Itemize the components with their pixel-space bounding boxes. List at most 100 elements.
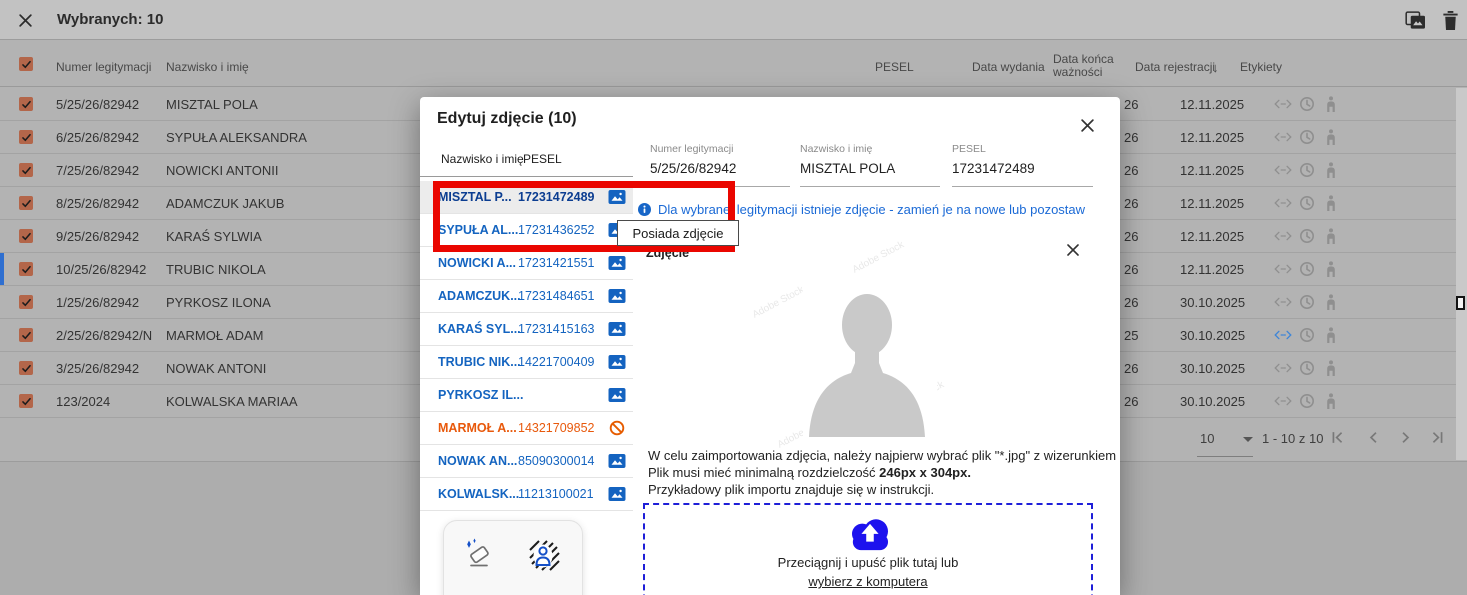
row-checkbox[interactable]	[19, 328, 33, 342]
has-photo-icon[interactable]	[608, 387, 626, 403]
person-icon[interactable]	[1322, 294, 1340, 310]
list-header-name: Nazwisko i imię	[441, 152, 524, 166]
row-label-icons	[1274, 96, 1340, 112]
link-icon[interactable]	[1274, 162, 1292, 178]
has-photo-icon[interactable]	[608, 486, 626, 502]
has-photo-icon[interactable]	[608, 255, 626, 271]
photo-close-icon[interactable]	[1066, 243, 1080, 257]
history-icon[interactable]	[1298, 129, 1316, 145]
person-icon[interactable]	[1322, 261, 1340, 277]
history-icon[interactable]	[1298, 360, 1316, 376]
background-removal-icon[interactable]	[526, 537, 560, 571]
row-checkbox[interactable]	[19, 394, 33, 408]
file-dropzone[interactable]: Przeciągnij i upuść plik tutaj lub wybie…	[643, 503, 1093, 595]
edit-photo-dialog: Edytuj zdjęcie (10) Nazwisko i imię PESE…	[420, 97, 1120, 595]
link-icon[interactable]	[1274, 129, 1292, 145]
header-card-number[interactable]: Numer legitymacji	[56, 60, 151, 74]
last-page-button[interactable]	[1430, 430, 1445, 445]
student-list-item[interactable]: KOLWALSK... 11213100021	[420, 478, 633, 511]
cell-expiry-fragment: 25	[1124, 328, 1138, 343]
next-page-button[interactable]	[1398, 430, 1413, 445]
history-icon[interactable]	[1298, 162, 1316, 178]
history-icon[interactable]	[1298, 195, 1316, 211]
choose-from-computer-link[interactable]: wybierz z komputera	[645, 574, 1091, 589]
link-icon[interactable]	[1274, 294, 1292, 310]
instruction-line-3: Przykładowy plik importu znajduje się w …	[648, 482, 934, 497]
edit-photos-icon[interactable]	[1405, 11, 1426, 30]
previous-page-button[interactable]	[1366, 430, 1381, 445]
row-checkbox[interactable]	[19, 229, 33, 243]
person-icon[interactable]	[1322, 96, 1340, 112]
link-icon[interactable]	[1274, 261, 1292, 277]
no-photo-icon[interactable]	[608, 420, 626, 436]
header-labels[interactable]: Etykiety	[1240, 60, 1282, 74]
header-pesel[interactable]: PESEL	[875, 60, 914, 74]
person-icon[interactable]	[1322, 195, 1340, 211]
name-field[interactable]: Nazwisko i imię MISZTAL POLA	[800, 143, 940, 187]
history-icon[interactable]	[1298, 96, 1316, 112]
history-icon[interactable]	[1298, 228, 1316, 244]
row-checkbox[interactable]	[19, 196, 33, 210]
header-expiry-date[interactable]: Data końcaważności	[1053, 53, 1114, 79]
person-icon[interactable]	[1322, 393, 1340, 409]
link-icon[interactable]	[1274, 360, 1292, 376]
sort-descending-icon[interactable]: ↓	[1212, 60, 1219, 75]
student-pesel: 17231421551	[518, 256, 594, 270]
student-list-item[interactable]: PYRKOSZ IL...	[420, 379, 633, 412]
history-icon[interactable]	[1298, 261, 1316, 277]
has-photo-icon[interactable]	[608, 453, 626, 469]
person-icon[interactable]	[1322, 162, 1340, 178]
header-name[interactable]: Nazwisko i imię	[166, 60, 249, 74]
student-list-item[interactable]: TRUBIC NIK... 14221700409	[420, 346, 633, 379]
cell-name: TRUBIC NIKOLA	[166, 262, 266, 277]
student-list-item[interactable]: NOWAK AN... 85090300014	[420, 445, 633, 478]
cell-name: NOWAK ANTONI	[166, 361, 266, 376]
history-icon[interactable]	[1298, 393, 1316, 409]
watermark-text: Adobe Stock	[851, 239, 906, 275]
row-checkbox[interactable]	[19, 97, 33, 111]
link-icon[interactable]	[1274, 393, 1292, 409]
student-list-item-blocked[interactable]: MARMOŁ A... 14321709852	[420, 412, 633, 445]
row-checkbox[interactable]	[19, 262, 33, 276]
row-checkbox[interactable]	[19, 130, 33, 144]
student-name: KARAŚ SYL...	[438, 322, 521, 336]
has-photo-icon[interactable]	[608, 321, 626, 337]
cell-expiry-fragment: 26	[1124, 394, 1138, 409]
row-label-icons	[1274, 228, 1340, 244]
cell-registration-date: 12.11.2025	[1180, 229, 1244, 244]
dialog-title: Edytuj zdjęcie (10)	[437, 110, 577, 128]
cell-card-number: 123/2024	[56, 394, 110, 409]
row-checkbox[interactable]	[19, 163, 33, 177]
row-checkbox[interactable]	[19, 295, 33, 309]
row-label-icons	[1274, 327, 1340, 343]
student-list-item[interactable]: KARAŚ SYL... 17231415163	[420, 313, 633, 346]
header-registration-date[interactable]: Data rejestracji	[1135, 60, 1215, 74]
row-checkbox[interactable]	[19, 361, 33, 375]
has-photo-icon[interactable]	[608, 288, 626, 304]
student-list-item[interactable]: ADAMCZUK... 17231484651	[420, 280, 633, 313]
history-icon[interactable]	[1298, 294, 1316, 310]
header-issue-date[interactable]: Data wydania	[972, 60, 1045, 74]
magic-eraser-icon[interactable]	[462, 537, 496, 571]
person-icon[interactable]	[1322, 129, 1340, 145]
select-all-checkbox[interactable]	[19, 57, 33, 71]
history-icon[interactable]	[1298, 327, 1316, 343]
dialog-close-icon[interactable]	[1080, 118, 1095, 133]
clear-selection-icon[interactable]	[18, 13, 33, 28]
has-photo-icon[interactable]	[608, 354, 626, 370]
page-size-caret-icon[interactable]	[1243, 437, 1253, 442]
link-icon-active[interactable]	[1274, 327, 1292, 343]
link-icon[interactable]	[1274, 195, 1292, 211]
delete-icon[interactable]	[1440, 11, 1461, 30]
person-icon[interactable]	[1322, 228, 1340, 244]
page-size-select[interactable]: 10	[1200, 431, 1214, 446]
cell-registration-date: 12.11.2025	[1180, 262, 1244, 277]
pesel-field[interactable]: PESEL 17231472489	[952, 143, 1093, 187]
first-page-button[interactable]	[1330, 430, 1345, 445]
scrollbar-track[interactable]	[1456, 88, 1467, 460]
link-icon[interactable]	[1274, 228, 1292, 244]
student-name: ADAMCZUK...	[438, 289, 521, 303]
link-icon[interactable]	[1274, 96, 1292, 112]
person-icon[interactable]	[1322, 360, 1340, 376]
person-icon[interactable]	[1322, 327, 1340, 343]
